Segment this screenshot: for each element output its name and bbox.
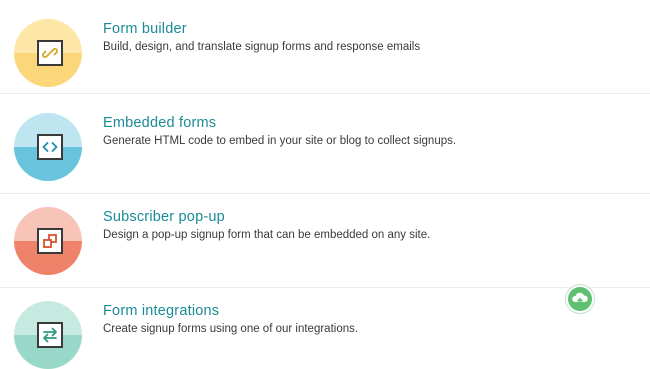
form-builder-badge <box>14 19 82 87</box>
subscriber-popup-badge <box>14 207 82 275</box>
item-title[interactable]: Form integrations <box>103 302 219 320</box>
link-icon <box>37 40 63 66</box>
item-title[interactable]: Form builder <box>103 20 187 38</box>
divider <box>0 93 650 94</box>
item-description: Generate HTML code to embed in your site… <box>103 135 457 147</box>
cloud-upload-button[interactable] <box>566 285 594 313</box>
list-item-subscriber-popup[interactable]: Subscriber pop-up Design a pop-up signup… <box>0 194 650 288</box>
list-item-form-integrations[interactable]: Form integrations Create signup forms us… <box>0 288 650 369</box>
item-description: Create signup forms using one of our int… <box>103 323 359 335</box>
item-description: Build, design, and translate signup form… <box>103 41 421 53</box>
item-title[interactable]: Embedded forms <box>103 114 216 132</box>
list-item-embedded-forms[interactable]: Embedded forms Generate HTML code to emb… <box>0 100 650 194</box>
cloud-upload-icon <box>568 287 592 311</box>
item-title[interactable]: Subscriber pop-up <box>103 208 225 226</box>
item-description: Design a pop-up signup form that can be … <box>103 229 431 241</box>
swap-arrows-icon <box>37 322 63 348</box>
list-item-form-builder[interactable]: Form builder Build, design, and translat… <box>0 0 650 94</box>
embedded-forms-badge <box>14 113 82 181</box>
form-integrations-badge <box>14 301 82 369</box>
popup-icon <box>37 228 63 254</box>
code-icon <box>37 134 63 160</box>
